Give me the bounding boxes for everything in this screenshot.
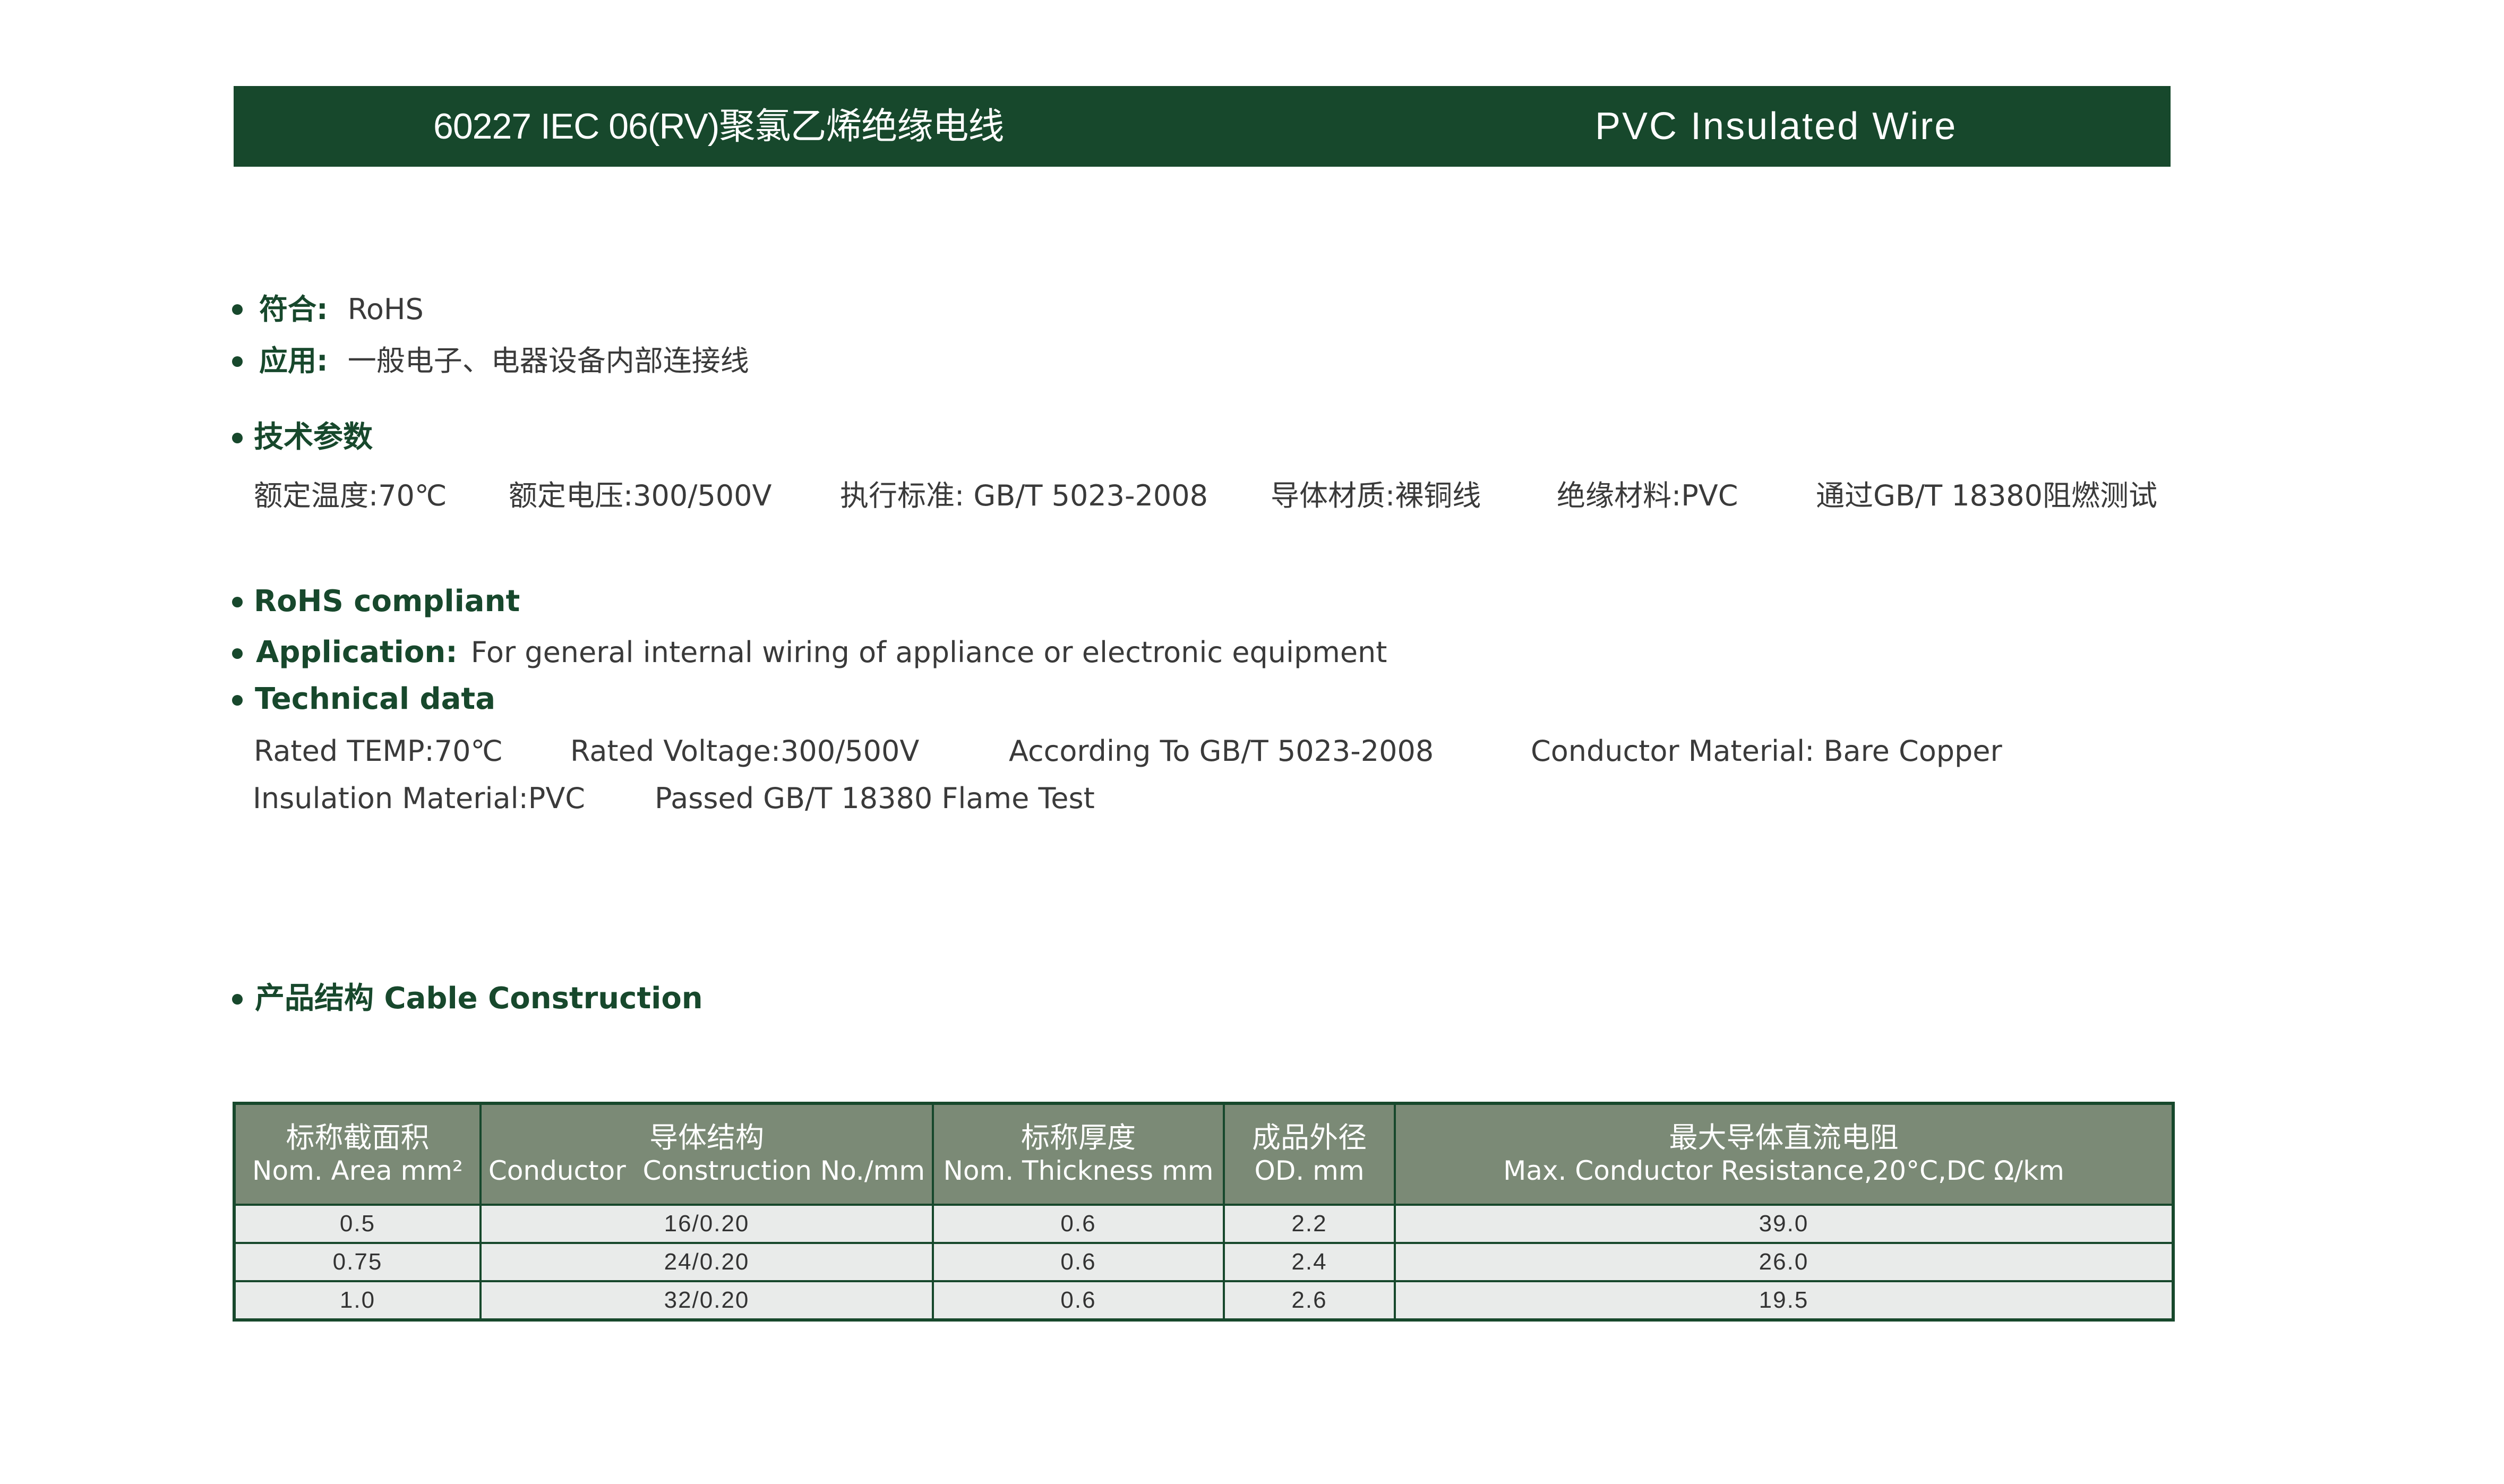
table-row: 0.75 24/0.20 0.6 2.4 26.0 — [233, 1242, 2174, 1282]
cell-thickness: 0.6 — [932, 1242, 1225, 1282]
cell-conductor: 24/0.20 — [479, 1242, 934, 1282]
tech-param-temp: 额定温度:70℃ — [254, 479, 447, 512]
bullet-icon — [232, 356, 243, 367]
cell-resistance: 19.5 — [1394, 1280, 2174, 1321]
cell-od: 2.2 — [1223, 1204, 1396, 1244]
title-english: PVC Insulated Wire — [1595, 105, 1958, 148]
application-zh-line: 应用: 一般电子、电器设备内部连接线 — [259, 344, 749, 378]
cell-od: 2.4 — [1223, 1242, 1396, 1282]
rohs-compliant: RoHS compliant — [254, 584, 520, 619]
tech-heading-zh: 技术参数 — [254, 420, 373, 454]
bullet-icon — [232, 648, 243, 659]
tech-en-rated-temp: Rated TEMP:70℃ — [254, 734, 503, 768]
column-header-thickness: 标称厚度 Nom. Thickness mm — [932, 1102, 1225, 1206]
cell-resistance: 39.0 — [1394, 1204, 2174, 1244]
bullet-icon — [232, 304, 243, 315]
cell-conductor: 32/0.20 — [479, 1280, 934, 1321]
tech-en-rated-voltage: Rated Voltage:300/500V — [570, 734, 920, 768]
tech-param-flame-test: 通过GB/T 18380阻燃测试 — [1816, 479, 2158, 512]
conform-value: RoHS — [347, 293, 424, 326]
cell-thickness: 0.6 — [932, 1280, 1225, 1321]
tech-param-standard: 执行标准: GB/T 5023-2008 — [840, 479, 1208, 512]
tech-param-conductor: 导体材质:裸铜线 — [1271, 479, 1481, 512]
application-zh-value: 一般电子、电器设备内部连接线 — [347, 344, 749, 378]
table-header-row: 标称截面积 Nom. Area mm² 导体结构 Conductor Const… — [233, 1102, 2174, 1206]
application-en-label: Application: — [256, 635, 458, 670]
column-header-conductor: 导体结构 Conductor Construction No./mm — [479, 1102, 934, 1206]
cell-conductor: 16/0.20 — [479, 1204, 934, 1244]
table-row: 1.0 32/0.20 0.6 2.6 19.5 — [233, 1280, 2174, 1321]
construction-heading: 产品结构 Cable Construction — [255, 981, 703, 1016]
tech-en-conductor: Conductor Material: Bare Copper — [1531, 734, 2002, 768]
tech-param-insulation: 绝缘材料:PVC — [1557, 479, 1738, 512]
table-row: 0.5 16/0.20 0.6 2.2 39.0 — [233, 1204, 2174, 1244]
bullet-icon — [232, 433, 243, 443]
conform-line: 符合: RoHS — [259, 293, 424, 327]
tech-en-flame-test: Passed GB/T 18380 Flame Test — [655, 782, 1095, 815]
cell-od: 2.6 — [1223, 1280, 1396, 1321]
application-zh-label: 应用: — [259, 344, 328, 378]
tech-en-insulation: Insulation Material:PVC — [253, 782, 585, 815]
title-banner: 60227 IEC 06(RV)聚氯乙烯绝缘电线 PVC Insulated W… — [234, 86, 2171, 167]
conform-label: 符合: — [259, 293, 328, 326]
bullet-icon — [232, 994, 243, 1005]
column-header-resistance: 最大导体直流电阻 Max. Conductor Resistance,20°C,… — [1394, 1102, 2174, 1206]
title-chinese: 60227 IEC 06(RV)聚氯乙烯绝缘电线 — [433, 106, 1004, 147]
cell-area: 1.0 — [233, 1280, 482, 1321]
tech-param-voltage: 额定电压:300/500V — [509, 479, 772, 512]
application-en-line: Application: For general internal wiring… — [256, 636, 1387, 670]
application-en-value: For general internal wiring of appliance… — [470, 636, 1387, 669]
construction-table: 标称截面积 Nom. Area mm² 导体结构 Conductor Const… — [233, 1102, 2175, 1322]
bullet-icon — [232, 695, 243, 706]
cell-area: 0.5 — [233, 1204, 482, 1244]
tech-heading-en: Technical data — [255, 682, 495, 716]
cell-resistance: 26.0 — [1394, 1242, 2174, 1282]
column-header-area: 标称截面积 Nom. Area mm² — [233, 1102, 482, 1206]
column-header-od: 成品外径 OD. mm — [1223, 1102, 1396, 1206]
bullet-icon — [232, 597, 243, 607]
tech-en-standard: According To GB/T 5023-2008 — [1009, 734, 1434, 768]
cell-thickness: 0.6 — [932, 1204, 1225, 1244]
cell-area: 0.75 — [233, 1242, 482, 1282]
